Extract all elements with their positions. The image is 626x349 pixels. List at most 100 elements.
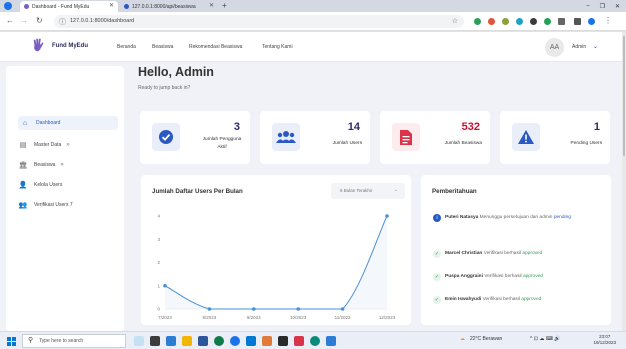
widgets-icon[interactable]: [134, 336, 144, 346]
scrollbar-thumb[interactable]: [623, 36, 625, 156]
browser-toolbar: ← → ↻ ⓘ 127.0.0.1:8000/dashboard ☆ ⋮: [0, 12, 626, 31]
sidebar-item-label: Kelola Users: [34, 182, 63, 188]
sidebar-item-verifikasi-users[interactable]: 👥 Verifikasi Users 7: [18, 198, 118, 212]
app-icon[interactable]: [166, 336, 176, 346]
hand-logo-icon[interactable]: [30, 37, 48, 55]
forward-icon[interactable]: →: [20, 16, 28, 25]
avatar[interactable]: AA: [545, 38, 564, 57]
tab-label: Dashboard - Fund MyEdu: [32, 3, 90, 10]
user-check-icon: 👥: [18, 202, 28, 209]
word-icon[interactable]: [198, 336, 208, 346]
notification-status: approved: [522, 274, 543, 279]
reload-icon[interactable]: ↻: [36, 16, 43, 25]
close-tab-icon[interactable]: ✕: [109, 2, 114, 9]
windows-start-icon[interactable]: [7, 337, 16, 346]
data-point: [163, 283, 167, 288]
taskbar-clock[interactable]: 23:07 19/12/2023: [593, 334, 616, 346]
new-tab-button[interactable]: +: [222, 1, 227, 10]
browser-tab-api[interactable]: 127.0.0.1:8000/api/beasiswa ✕: [120, 1, 218, 12]
chevron-down-icon[interactable]: ⌄: [593, 43, 598, 50]
bookmark-star-icon[interactable]: ☆: [452, 17, 458, 25]
notification-status: approved: [521, 297, 542, 302]
globe-icon: [124, 4, 129, 9]
x-tick-label: 11/2023: [335, 315, 351, 320]
close-window-button[interactable]: ✕: [615, 3, 620, 10]
site-info-icon[interactable]: ⓘ: [59, 17, 66, 27]
close-tab-icon[interactable]: ✕: [209, 2, 214, 9]
stat-value: 14: [347, 121, 360, 133]
notification-text: Verifikasi berhasil: [482, 297, 520, 302]
sidebar-item-kelola-users[interactable]: 👤 Kelola Users: [18, 178, 118, 192]
notification-text: Verifikasi berhasil: [484, 274, 522, 279]
browser-menu-icon[interactable]: [4, 2, 12, 10]
extension-icon[interactable]: [502, 18, 509, 25]
stat-value: 3: [233, 121, 240, 133]
extension-icon[interactable]: [516, 18, 523, 25]
more-menu-icon[interactable]: ⋮: [604, 16, 612, 25]
bank-icon: 🏛: [18, 162, 28, 169]
notifications-card: Pemberitahuan i Puteri Natasya Menunggu …: [421, 175, 611, 325]
stat-card-pending: 1 Pending Users: [500, 111, 610, 164]
y-tick-label: 0: [157, 307, 160, 312]
address-bar[interactable]: ⓘ 127.0.0.1:8000/dashboard ☆: [54, 15, 464, 28]
data-point: [385, 214, 389, 218]
nav-link-rekomendasi[interactable]: Rekomendasi Beasiswa: [189, 44, 242, 50]
sidebar-item-master-data[interactable]: ▤ Master Data »: [18, 138, 118, 152]
store-icon[interactable]: [246, 336, 256, 346]
sidebar-item-label: Verifikasi Users 7: [34, 202, 73, 208]
terminal-icon[interactable]: [278, 336, 288, 346]
back-icon[interactable]: ←: [6, 16, 14, 25]
task-view-icon[interactable]: [150, 336, 160, 346]
nav-link-tentang[interactable]: Tentang Kami: [262, 44, 293, 50]
vscode-icon[interactable]: [326, 336, 336, 346]
line-chart: 0 1 2 3 4 7/2023 8/2023 9/2023 10/2023 11/2023 12/…: [157, 214, 396, 321]
brand-name[interactable]: Fund MyEdu: [52, 43, 88, 49]
profile-icon[interactable]: [588, 18, 595, 25]
stat-card-users: 14 Jumlah Users: [260, 111, 370, 164]
app-icon[interactable]: [310, 336, 320, 346]
extension-icon[interactable]: [544, 18, 551, 25]
notification-body: Puspa Anggraini Verifikasi berhasil appr…: [445, 272, 605, 281]
browser-tab-dashboard[interactable]: Dashboard - Fund MyEdu ✕: [20, 1, 118, 12]
windows-taskbar: ⚲ Type here to search ☁ 22°C Berawan ^ ⊡…: [0, 331, 626, 349]
nav-link-beasiswa[interactable]: Beasiswa: [152, 44, 173, 50]
stat-card-active-users: 3 Jumlah Pengguna Aktif: [140, 111, 250, 164]
nav-link-beranda[interactable]: Beranda: [117, 44, 136, 50]
file-explorer-icon[interactable]: [182, 336, 192, 346]
sidebar-item-label: Dashboard: [36, 120, 61, 126]
page-title: Hello, Admin: [138, 65, 214, 79]
notification-name: Emin Iswahyudi: [445, 297, 482, 302]
system-tray-icons[interactable]: ^ ⊡ ☁ ⌨ 🔊: [530, 336, 561, 342]
weather-icon[interactable]: ☁: [460, 336, 465, 342]
users-icon: [272, 123, 300, 151]
puzzle-icon[interactable]: [558, 18, 565, 25]
weather-text[interactable]: 22°C Berawan: [470, 336, 502, 342]
notification-text: Verifikasi berhasil: [483, 251, 521, 256]
extension-icon[interactable]: [488, 18, 495, 25]
stat-label: Jumlah Users: [332, 141, 362, 146]
user-menu-label[interactable]: Admin: [572, 44, 586, 50]
chrome-icon[interactable]: [230, 336, 240, 346]
app-icon[interactable]: [262, 336, 272, 346]
sidebar-item-beasiswa[interactable]: 🏛 Beasiswa »: [18, 158, 118, 172]
edge-icon[interactable]: [214, 336, 224, 346]
sidebar-toggle-icon[interactable]: [574, 18, 581, 25]
clock-date: 19/12/2023: [593, 340, 616, 345]
extension-icon[interactable]: [530, 18, 537, 25]
check-circle-icon: [152, 123, 180, 151]
x-tick-label: 12/2023: [379, 315, 396, 320]
x-tick-label: 8/2023: [203, 315, 217, 320]
taskbar-search[interactable]: ⚲ Type here to search: [22, 334, 126, 348]
sidebar-item-dashboard[interactable]: ⌂ Dashboard: [18, 116, 118, 130]
minimize-button[interactable]: –: [586, 3, 589, 9]
maximize-button[interactable]: ❐: [600, 3, 605, 10]
sidebar: ⌂ Dashboard ▤ Master Data » 🏛 Beasiswa »…: [6, 66, 124, 331]
stat-label: Pending Users: [570, 141, 602, 146]
series-area: [165, 216, 387, 309]
home-icon: ⌂: [22, 119, 28, 127]
url-text: 127.0.0.1:8000/dashboard: [70, 18, 135, 24]
page-scrollbar[interactable]: [622, 32, 626, 331]
extension-icon[interactable]: [474, 18, 481, 25]
sidebar-item-label: Beasiswa: [34, 162, 56, 168]
app-icon[interactable]: [294, 336, 304, 346]
